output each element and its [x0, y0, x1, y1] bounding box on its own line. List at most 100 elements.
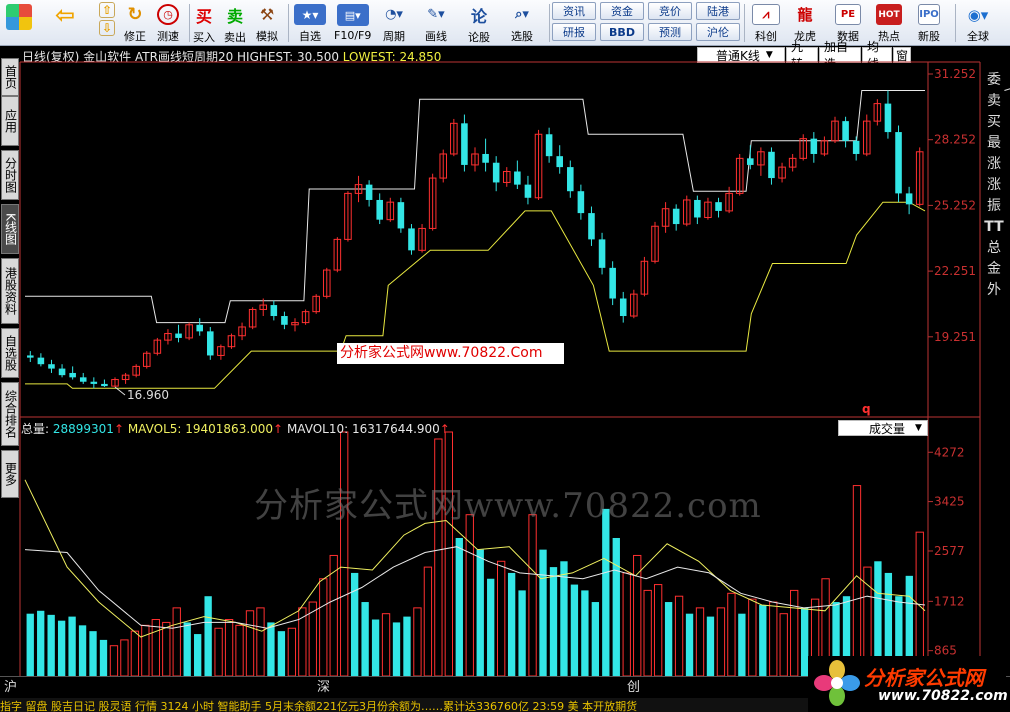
jiuzhuan-button[interactable]: 九转 [786, 40, 818, 71]
clock-icon: ◷ [157, 4, 179, 25]
watchlist-button[interactable]: ★▾ 自选 [294, 2, 326, 44]
price-tick-label: 25.252 [934, 198, 976, 212]
candle-up [640, 260, 649, 295]
auction-button[interactable]: 竞价 [648, 2, 692, 20]
kline-type-label: 普通K线 [716, 48, 760, 63]
market-cyb[interactable]: 创 [627, 676, 640, 695]
candle-up [354, 184, 363, 194]
volume-bar-up [695, 607, 705, 677]
shanghai-london-button[interactable]: 沪伦 [696, 23, 740, 41]
hk-connect-button[interactable]: 陆港 [696, 2, 740, 20]
market-sz[interactable]: 深 [317, 676, 330, 695]
volume-tick-label: 1712 [934, 594, 965, 608]
discuss-button[interactable]: 论 论股 [468, 2, 490, 44]
moving-average-button[interactable]: 均线 [862, 40, 892, 71]
tab-watchlist[interactable]: 自选股 [1, 328, 19, 378]
stock-screen-button[interactable]: ⌕▾ 选股 [506, 2, 538, 44]
candle-up [238, 326, 246, 337]
news-button[interactable]: 资讯 [552, 2, 596, 20]
right-label-zong: 总 [987, 240, 1001, 256]
capital-button[interactable]: 资金 [600, 2, 644, 20]
candle-down [376, 199, 383, 220]
speed-test-button[interactable]: ◷ 测速 [157, 2, 179, 44]
window-button[interactable]: 窗 [893, 47, 911, 63]
volume-bar-down [759, 604, 767, 676]
global-button[interactable]: ◉▾ 全球 [962, 2, 994, 44]
candle-up [471, 153, 479, 166]
candle-up [132, 365, 140, 376]
candle-up [873, 103, 882, 122]
candle-up [386, 201, 395, 221]
candle-up [333, 238, 342, 271]
bbd-button[interactable]: BBD [600, 23, 644, 41]
volume-bar-down [706, 616, 715, 676]
volume-bar-up [852, 485, 862, 677]
price-tick-label: 19.251 [934, 330, 976, 344]
refresh-button[interactable]: ↻ 修正 [124, 2, 146, 44]
tab-time-chart[interactable]: 分时图 [1, 150, 19, 200]
volume-bar-down [204, 596, 212, 676]
ipo-button[interactable]: IPO 新股 [918, 2, 940, 44]
background-watermark: 分析家公式网www.70822.com [254, 486, 762, 526]
site-watermark-banner: 分析家公式网www.70822.Com [337, 343, 564, 364]
candle-up [735, 157, 744, 194]
sell-button[interactable]: 卖 卖出 [224, 2, 246, 44]
news-ticker[interactable]: 指字 留盘 股吉日记 股灵语 行情 3124 小时 智能助手 5月末余额221亿… [0, 698, 808, 712]
forecast-button[interactable]: 预测 [648, 23, 692, 41]
buy-label: 买入 [193, 31, 215, 44]
volume-bar-down [476, 549, 484, 676]
volume-bar-up [727, 592, 736, 677]
tab-apps[interactable]: 应用 [1, 96, 19, 146]
draw-line-label: 画线 [425, 30, 447, 43]
candle-down [196, 324, 203, 332]
candle-up [217, 346, 225, 356]
candle-up [428, 177, 437, 229]
candle-down [461, 123, 468, 165]
draw-line-button[interactable]: ✎▾ 画线 [420, 2, 452, 44]
tab-apps-label: 应用 [3, 109, 18, 133]
volume-bar-up [235, 624, 244, 677]
volume-bar-up [622, 572, 631, 677]
f10-button[interactable]: ▤▾ F10/F9 [334, 2, 371, 44]
candle-up [725, 192, 733, 212]
volume-bar-up [465, 514, 474, 677]
tab-hk-info[interactable]: 港股资料 [1, 258, 19, 324]
indicator-select[interactable]: 成交量 ▼ [838, 420, 928, 436]
arrow-up-icon: ⇧ [99, 2, 115, 18]
candle-down [79, 377, 87, 382]
back-button[interactable]: ⇦ [54, 1, 76, 44]
buy-icon: 买 [195, 7, 212, 26]
volume-bar-up [340, 431, 349, 677]
candle-up [651, 225, 659, 262]
tab-more[interactable]: 更多 [1, 450, 19, 498]
candle-down [556, 156, 563, 168]
stepper-button[interactable]: ⇧ ⇩ [96, 2, 118, 44]
mavol10-label: MAVOL10: [286, 422, 352, 436]
candle-up [185, 324, 193, 339]
windows-logo-button[interactable] [6, 2, 32, 44]
volume-bar-down [664, 602, 673, 676]
mavol10-value: 16317644.900 [352, 422, 440, 436]
volume-bar-up [633, 554, 642, 677]
candle-up [227, 335, 236, 348]
buy-button[interactable]: 买 买入 [193, 2, 215, 44]
candle-up [820, 140, 829, 155]
ipo-icon: IPO [918, 4, 940, 25]
tab-ranking[interactable]: 综合排名 [1, 382, 19, 446]
f10-label: F10/F9 [334, 29, 372, 42]
volume-bar-down [361, 602, 369, 676]
candle-up [322, 269, 331, 297]
cycle-button[interactable]: ◔▾ 周期 [378, 2, 410, 44]
add-watchlist-button[interactable]: 加自选 [819, 40, 861, 71]
star-market-button[interactable]: ⩘ 科创 [752, 2, 780, 44]
market-sh[interactable]: 沪 [4, 676, 17, 695]
tab-home[interactable]: 首页 [1, 58, 19, 96]
research-button[interactable]: 研报 [552, 23, 596, 41]
tab-kline-chart[interactable]: K线图 [1, 204, 19, 254]
candle-down [588, 213, 595, 240]
kline-type-select[interactable]: 普通K线 ▼ [697, 47, 785, 63]
candle-up [778, 166, 786, 179]
volume-bar-down [487, 578, 495, 676]
candle-down [609, 267, 616, 299]
simulate-button[interactable]: ⚒ 模拟 [256, 2, 278, 44]
